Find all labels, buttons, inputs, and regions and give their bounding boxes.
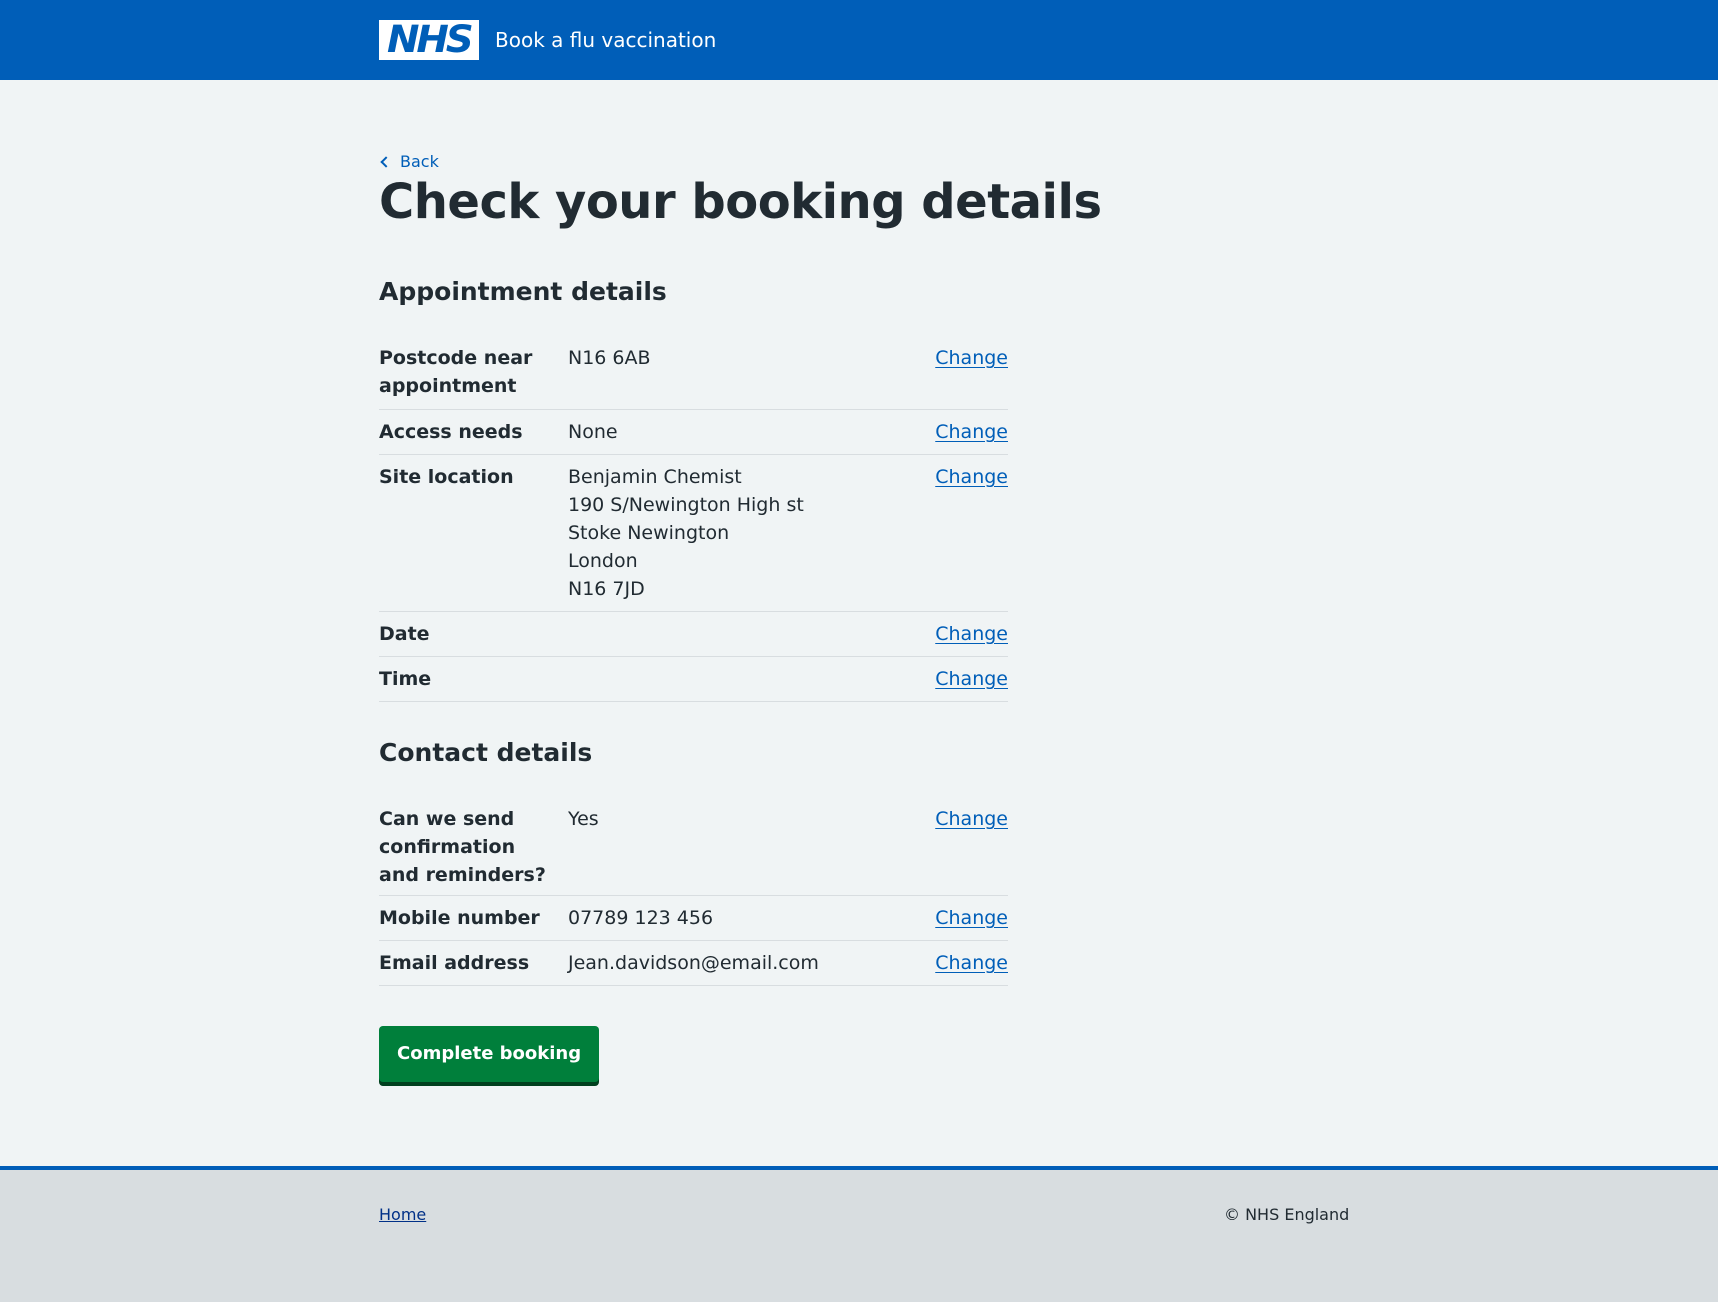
summary-value: Benjamin Chemist 190 S/Newington High st…	[568, 463, 968, 603]
chevron-left-icon	[380, 156, 392, 168]
nhs-logo[interactable]: NHS	[379, 20, 479, 60]
change-access-needs-link[interactable]: Change	[935, 418, 1008, 446]
contact-summary-list: Can we send confirmation and reminders? …	[379, 797, 1008, 986]
value-line: N16 7JD	[568, 578, 645, 600]
value-line: Jean.davidson@email.com	[568, 952, 819, 974]
summary-value: Yes	[568, 805, 968, 833]
page-title: Check your booking details	[379, 174, 1102, 230]
summary-key: Site location	[379, 466, 514, 488]
summary-row-time: Time Change	[379, 657, 1008, 702]
summary-key: Postcode near appointment	[379, 347, 533, 397]
value-line: None	[568, 421, 618, 443]
value-line: N16 6AB	[568, 347, 651, 369]
summary-key: Can we send confirmation and reminders?	[379, 808, 546, 886]
value-line: Benjamin Chemist	[568, 466, 742, 488]
summary-row-date: Date Change	[379, 612, 1008, 657]
nhs-logo-text: NHS	[387, 18, 474, 61]
summary-value: Jean.davidson@email.com	[568, 949, 968, 977]
summary-row-site-location: Site location Benjamin Chemist 190 S/New…	[379, 455, 1008, 612]
change-date-link[interactable]: Change	[935, 620, 1008, 648]
appointment-details-heading: Appointment details	[379, 277, 667, 306]
change-time-link[interactable]: Change	[935, 665, 1008, 693]
summary-key: Mobile number	[379, 907, 540, 929]
value-line: 190 S/Newington High st	[568, 494, 804, 516]
site-footer: Home © NHS England	[0, 1166, 1718, 1302]
footer-home-link[interactable]: Home	[379, 1204, 426, 1226]
contact-details-heading: Contact details	[379, 738, 593, 767]
summary-key: Date	[379, 623, 430, 645]
back-link[interactable]: Back	[379, 151, 439, 173]
value-line: Stoke Newington	[568, 522, 730, 544]
summary-key: Email address	[379, 952, 530, 974]
summary-value: 07789 123 456	[568, 904, 968, 932]
summary-key: Access needs	[379, 421, 523, 443]
summary-row-email-address: Email address Jean.davidson@email.com Ch…	[379, 941, 1008, 986]
summary-key: Time	[379, 668, 432, 690]
summary-row-mobile-number: Mobile number 07789 123 456 Change	[379, 896, 1008, 941]
summary-row-postcode: Postcode near appointment N16 6AB Change	[379, 336, 1008, 410]
change-mobile-number-link[interactable]: Change	[935, 904, 1008, 932]
summary-row-access-needs: Access needs None Change	[379, 410, 1008, 455]
value-line: 07789 123 456	[568, 907, 714, 929]
change-site-location-link[interactable]: Change	[935, 463, 1008, 491]
appointment-summary-list: Postcode near appointment N16 6AB Change…	[379, 336, 1008, 702]
change-confirmation-link[interactable]: Change	[935, 805, 1008, 833]
value-line: Yes	[568, 808, 599, 830]
change-postcode-link[interactable]: Change	[935, 344, 1008, 372]
service-name[interactable]: Book a flu vaccination	[495, 26, 716, 54]
footer-copyright: © NHS England	[1224, 1205, 1350, 1224]
summary-row-send-confirmation: Can we send confirmation and reminders? …	[379, 797, 1008, 896]
summary-value: N16 6AB	[568, 344, 968, 372]
change-email-address-link[interactable]: Change	[935, 949, 1008, 977]
site-header: NHS Book a flu vaccination	[0, 0, 1718, 80]
summary-value: None	[568, 418, 968, 446]
value-line: London	[568, 550, 638, 572]
back-link-label: Back	[400, 152, 439, 171]
complete-booking-button[interactable]: Complete booking	[379, 1026, 600, 1082]
